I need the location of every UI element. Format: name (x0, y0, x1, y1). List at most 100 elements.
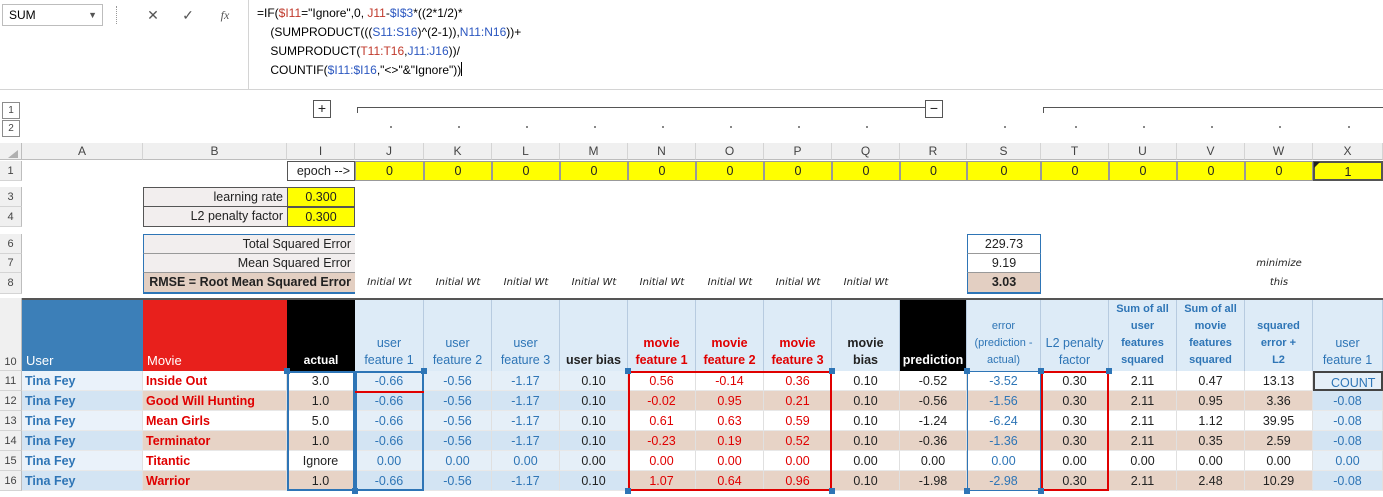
column-header-w[interactable]: W (1245, 143, 1313, 160)
column-header-q[interactable]: Q (832, 143, 900, 160)
range-handle[interactable] (1106, 368, 1112, 374)
table-cell[interactable]: 0.00 (560, 451, 628, 471)
table-cell[interactable]: -1.17 (492, 471, 560, 491)
table-cell[interactable]: -0.08 (1313, 411, 1383, 431)
row-header-15[interactable]: 15 (0, 451, 22, 471)
table-cell[interactable]: Tina Fey (22, 391, 143, 411)
table-cell[interactable]: -0.08 (1313, 391, 1383, 411)
table-cell[interactable]: Tina Fey (22, 451, 143, 471)
row-header-4[interactable]: 4 (0, 207, 22, 227)
row-header-8[interactable]: 8 (0, 273, 22, 294)
table-cell[interactable]: -1.17 (492, 431, 560, 451)
table-cell[interactable]: 0.47 (1177, 371, 1245, 391)
range-handle[interactable] (1038, 488, 1044, 494)
table-cell[interactable]: 2.48 (1177, 471, 1245, 491)
table-cell[interactable]: -0.56 (424, 391, 492, 411)
table-cell[interactable]: 10.29 (1245, 471, 1313, 491)
column-header-i[interactable]: I (287, 143, 355, 160)
table-cell[interactable]: 2.11 (1109, 471, 1177, 491)
row-header-1[interactable]: 1 (0, 161, 22, 181)
table-cell[interactable]: Mean Girls (143, 411, 287, 431)
table-cell[interactable]: 0.00 (424, 451, 492, 471)
table-cell[interactable]: 0.10 (832, 371, 900, 391)
row-header-12[interactable]: 12 (0, 391, 22, 411)
column-header-k[interactable]: K (424, 143, 492, 160)
table-cell[interactable]: -0.56 (424, 471, 492, 491)
column-header-o[interactable]: O (696, 143, 764, 160)
table-cell[interactable]: -1.17 (492, 371, 560, 391)
row-header-16[interactable]: 16 (0, 471, 22, 491)
column-header-n[interactable]: N (628, 143, 696, 160)
table-cell[interactable]: 39.95 (1245, 411, 1313, 431)
range-handle[interactable] (625, 488, 631, 494)
column-header-j[interactable]: J (355, 143, 424, 160)
table-cell[interactable]: 1.12 (1177, 411, 1245, 431)
column-header-v[interactable]: V (1177, 143, 1245, 160)
table-cell[interactable]: 0.10 (832, 391, 900, 411)
table-cell[interactable]: -1.17 (492, 411, 560, 431)
range-handle[interactable] (829, 368, 835, 374)
column-header-b[interactable]: B (143, 143, 287, 160)
table-cell[interactable]: 0.00 (492, 451, 560, 471)
range-handle[interactable] (421, 368, 427, 374)
table-cell[interactable]: -1.98 (900, 471, 967, 491)
column-header-p[interactable]: P (764, 143, 832, 160)
range-handle[interactable] (829, 488, 835, 494)
table-cell[interactable]: -1.17 (492, 391, 560, 411)
table-cell[interactable]: 0.10 (560, 391, 628, 411)
table-cell[interactable]: 2.59 (1245, 431, 1313, 451)
param-value[interactable]: 0.300 (287, 187, 355, 207)
param-value[interactable]: 0.300 (287, 207, 355, 227)
table-cell[interactable]: Warrior (143, 471, 287, 491)
column-header-r[interactable]: R (900, 143, 967, 160)
table-cell[interactable]: -0.56 (424, 371, 492, 391)
range-handle[interactable] (625, 368, 631, 374)
table-cell[interactable]: -0.52 (900, 371, 967, 391)
table-cell[interactable]: 0.00 (832, 451, 900, 471)
table-cell[interactable]: 0.10 (560, 471, 628, 491)
table-cell[interactable]: Titantic (143, 451, 287, 471)
table-cell[interactable]: 0.10 (560, 431, 628, 451)
table-cell[interactable]: 2.11 (1109, 391, 1177, 411)
range-handle[interactable] (1038, 368, 1044, 374)
table-cell[interactable]: -0.56 (900, 391, 967, 411)
range-handle[interactable] (284, 368, 290, 374)
table-cell[interactable]: 0.10 (560, 411, 628, 431)
table-cell[interactable]: 0.35 (1177, 431, 1245, 451)
table-cell[interactable]: 13.13 (1245, 371, 1313, 391)
table-cell[interactable]: Tina Fey (22, 471, 143, 491)
table-cell[interactable]: 0.00 (900, 451, 967, 471)
table-cell[interactable]: Tina Fey (22, 371, 143, 391)
row-header-6[interactable]: 6 (0, 234, 22, 254)
table-cell[interactable]: 0.10 (832, 431, 900, 451)
row-header-7[interactable]: 7 (0, 254, 22, 273)
table-cell[interactable]: 0.00 (1109, 451, 1177, 471)
table-cell[interactable]: Tina Fey (22, 411, 143, 431)
table-cell[interactable]: -0.08 (1313, 471, 1383, 491)
column-header-a[interactable]: A (22, 143, 143, 160)
range-handle[interactable] (964, 368, 970, 374)
range-handle[interactable] (352, 488, 358, 494)
column-header-x[interactable]: X (1313, 143, 1383, 160)
table-cell[interactable]: Inside Out (143, 371, 287, 391)
table-cell[interactable]: Terminator (143, 431, 287, 451)
table-cell[interactable]: Good Will Hunting (143, 391, 287, 411)
table-cell[interactable]: -1.24 (900, 411, 967, 431)
table-cell[interactable]: -0.56 (424, 431, 492, 451)
table-cell[interactable]: 2.11 (1109, 411, 1177, 431)
table-cell[interactable]: 0.10 (560, 371, 628, 391)
table-cell[interactable]: -0.36 (900, 431, 967, 451)
table-cell[interactable]: 2.11 (1109, 371, 1177, 391)
row-header-14[interactable]: 14 (0, 431, 22, 451)
table-cell[interactable]: 2.11 (1109, 431, 1177, 451)
table-cell[interactable]: 3.36 (1245, 391, 1313, 411)
table-cell[interactable]: Tina Fey (22, 431, 143, 451)
row-header-10[interactable]: 10 (0, 298, 22, 371)
column-header-m[interactable]: M (560, 143, 628, 160)
table-cell[interactable]: -0.56 (424, 411, 492, 431)
table-cell[interactable]: 0.00 (1313, 451, 1383, 471)
column-header-u[interactable]: U (1109, 143, 1177, 160)
row-header-13[interactable]: 13 (0, 411, 22, 431)
table-cell[interactable]: 0.00 (1245, 451, 1313, 471)
column-header-l[interactable]: L (492, 143, 560, 160)
